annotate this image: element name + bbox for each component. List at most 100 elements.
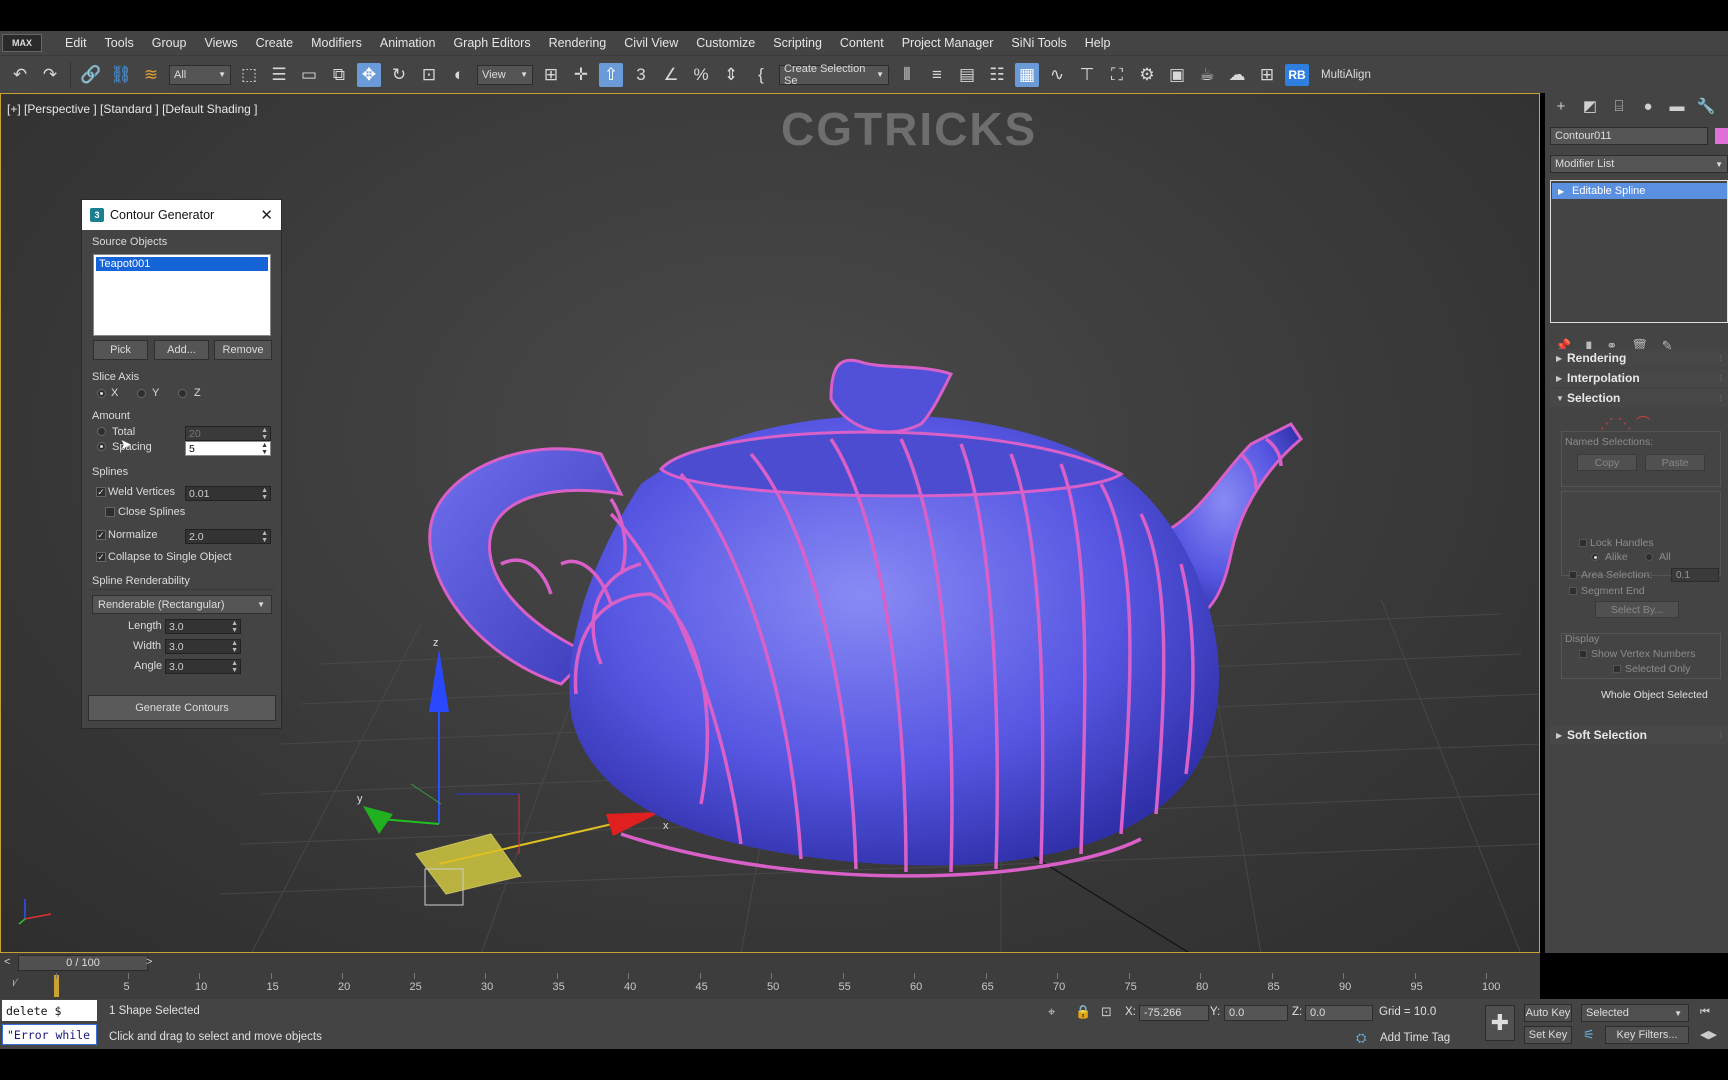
previous-key-icon[interactable]: ◀▶ bbox=[1700, 1028, 1717, 1041]
key-filters-button[interactable]: Key Filters... bbox=[1605, 1026, 1689, 1044]
render-setup-icon[interactable]: ⚙ bbox=[1135, 63, 1159, 87]
time-tag-icon[interactable]: ⛭ bbox=[1356, 1030, 1366, 1046]
unlink-icon[interactable]: ⛓ bbox=[109, 63, 133, 87]
menu-rendering[interactable]: Rendering bbox=[540, 36, 616, 50]
spinner-snap-icon[interactable]: ⇕ bbox=[719, 63, 743, 87]
weld-vertices-spinner[interactable]: 0.01 ▲ ▼ bbox=[185, 486, 271, 501]
area-selection-checkbox[interactable] bbox=[1569, 571, 1577, 579]
teapot-with-contours[interactable] bbox=[428, 358, 1303, 878]
collapse-checkbox[interactable]: ✓ bbox=[96, 552, 106, 562]
menu-help[interactable]: Help bbox=[1076, 36, 1120, 50]
copy-button[interactable]: Copy bbox=[1577, 454, 1637, 471]
menu-edit[interactable]: Edit bbox=[56, 36, 96, 50]
maxscript-listener-output[interactable]: "Error while bbox=[2, 1024, 97, 1045]
weld-vertices-checkbox[interactable]: ✓ bbox=[96, 487, 106, 497]
window-crossing-icon[interactable]: ⧉ bbox=[327, 63, 351, 87]
normalize-spinner[interactable]: 2.0 ▲ ▼ bbox=[185, 529, 271, 544]
source-objects-list[interactable]: Teapot001 bbox=[93, 254, 271, 336]
add-time-tag-button[interactable]: Add Time Tag bbox=[1380, 1032, 1450, 1044]
z-coord-field[interactable]: 0.0 bbox=[1305, 1005, 1373, 1021]
menu-graph-editors[interactable]: Graph Editors bbox=[444, 36, 539, 50]
absolute-mode-icon[interactable]: ⊡ bbox=[1101, 1004, 1112, 1020]
normalize-checkbox[interactable]: ✓ bbox=[96, 530, 106, 540]
spacing-spinner[interactable]: 5 ▲ ▼ bbox=[185, 441, 271, 456]
isolate-selection-icon[interactable]: ⌖ bbox=[1048, 1004, 1055, 1020]
renderability-dropdown[interactable]: Renderable (Rectangular) ▼ bbox=[92, 595, 272, 614]
bind-space-warp-icon[interactable]: ≋ bbox=[139, 63, 163, 87]
area-selection-spinner[interactable]: 0.1 bbox=[1671, 568, 1719, 582]
menu-sini-tools[interactable]: SiNi Tools bbox=[1002, 36, 1075, 50]
select-object-icon[interactable]: ⬚ bbox=[237, 63, 261, 87]
named-selection-sets-dropdown[interactable]: Create Selection Se ▼ bbox=[779, 63, 889, 87]
select-and-place-icon[interactable]: ◐ bbox=[447, 63, 471, 87]
width-spinner[interactable]: 3.0 ▲ ▼ bbox=[165, 639, 241, 654]
modifier-list-dropdown[interactable]: Modifier List ▼ bbox=[1550, 155, 1728, 173]
close-splines-checkbox[interactable] bbox=[105, 507, 115, 517]
track-bar[interactable]: ı∕ 5 10 15 20 25 30 35 40 45 50 55 60 65 70 75 80 85 90 95… bbox=[0, 973, 1540, 999]
select-and-scale-icon[interactable]: ⊡ bbox=[417, 63, 441, 87]
prev-frame-button[interactable]: < bbox=[4, 956, 10, 968]
time-slider[interactable]: < 0 / 100 > bbox=[0, 953, 1540, 973]
rb-button[interactable]: RB bbox=[1285, 63, 1309, 86]
axis-y-radio[interactable] bbox=[137, 389, 146, 398]
paste-button[interactable]: Paste bbox=[1645, 454, 1705, 471]
schematic-view-icon[interactable]: ⊤ bbox=[1075, 63, 1099, 87]
render-iterative-icon[interactable]: ☁ bbox=[1225, 63, 1249, 87]
edit-named-selection-icon[interactable]: { bbox=[749, 63, 773, 87]
generate-contours-button[interactable]: Generate Contours bbox=[88, 695, 276, 721]
next-frame-button[interactable]: > bbox=[146, 956, 152, 968]
spacing-radio[interactable] bbox=[97, 442, 106, 451]
all-radio[interactable] bbox=[1645, 553, 1653, 561]
percent-snap-icon[interactable]: % bbox=[689, 63, 713, 87]
select-and-rotate-icon[interactable]: ↻ bbox=[387, 63, 411, 87]
menu-group[interactable]: Group bbox=[143, 36, 196, 50]
menu-project-manager[interactable]: Project Manager bbox=[893, 36, 1003, 50]
snaps-toggle-icon[interactable]: 3 bbox=[629, 63, 653, 87]
segment-end-checkbox[interactable] bbox=[1569, 587, 1577, 595]
pivot-center-icon[interactable]: ⊞ bbox=[539, 63, 563, 87]
display-tab-icon[interactable]: ▬ bbox=[1667, 98, 1687, 115]
menu-tools[interactable]: Tools bbox=[96, 36, 143, 50]
keyboard-shortcut-override-icon[interactable]: ⇧ bbox=[599, 62, 623, 87]
alike-radio[interactable] bbox=[1591, 553, 1599, 561]
menu-modifiers[interactable]: Modifiers bbox=[302, 36, 371, 50]
expand-triangle-icon[interactable]: ▶ bbox=[1558, 187, 1564, 196]
select-and-move-icon[interactable]: ✥ bbox=[357, 62, 381, 87]
rollout-interpolation[interactable]: ▶ Interpolation ⁞ bbox=[1550, 369, 1728, 387]
link-icon[interactable]: 🔗 bbox=[79, 63, 103, 87]
object-name-field[interactable]: Contour011 bbox=[1550, 127, 1708, 145]
selected-only-checkbox[interactable] bbox=[1613, 665, 1621, 673]
dialog-titlebar[interactable]: 3 Contour Generator ✕ bbox=[82, 200, 281, 230]
lock-selection-icon[interactable]: 🔒 bbox=[1075, 1004, 1091, 1020]
set-key-plus-icon[interactable]: ✚ bbox=[1485, 1005, 1515, 1041]
go-to-start-icon[interactable]: ⏮ bbox=[1700, 1006, 1710, 1019]
add-button[interactable]: Add... bbox=[154, 340, 209, 360]
list-item[interactable]: Teapot001 bbox=[96, 257, 268, 271]
select-by-button[interactable]: Select By... bbox=[1595, 601, 1679, 618]
menu-scripting[interactable]: Scripting bbox=[764, 36, 831, 50]
menu-civil-view[interactable]: Civil View bbox=[615, 36, 687, 50]
close-icon[interactable]: ✕ bbox=[260, 206, 273, 224]
y-coord-field[interactable]: 0.0 bbox=[1224, 1005, 1288, 1021]
modify-tab-icon[interactable]: ◩ bbox=[1580, 97, 1600, 115]
set-key-button[interactable]: Set Key bbox=[1524, 1026, 1572, 1044]
pick-button[interactable]: Pick bbox=[93, 340, 148, 360]
mirror-icon[interactable]: ⫴ bbox=[895, 63, 919, 87]
stack-item-editable-spline[interactable]: ▶ Editable Spline bbox=[1552, 183, 1727, 199]
select-by-name-icon[interactable]: ☰ bbox=[267, 63, 291, 87]
sub-object-level-icons[interactable]: ⋰⋱⌒ bbox=[1600, 413, 1654, 433]
key-filters-icon[interactable]: ⚟ bbox=[1583, 1027, 1595, 1043]
hierarchy-tab-icon[interactable]: ⌸ bbox=[1609, 98, 1629, 115]
remove-button[interactable]: Remove bbox=[214, 340, 272, 360]
key-mode-dropdown[interactable]: Selected ▼ bbox=[1581, 1004, 1689, 1022]
rollout-selection[interactable]: ▼ Selection ⁞ bbox=[1550, 389, 1728, 407]
angle-spinner[interactable]: 3.0 ▲ ▼ bbox=[165, 659, 241, 674]
viewport-label[interactable]: [+] [Perspective ] [Standard ] [Default … bbox=[7, 102, 257, 116]
curve-editor-icon[interactable]: ∿ bbox=[1045, 63, 1069, 87]
object-color-swatch[interactable] bbox=[1715, 128, 1728, 144]
menu-content[interactable]: Content bbox=[831, 36, 893, 50]
auto-key-button[interactable]: Auto Key bbox=[1524, 1004, 1572, 1022]
layer-explorer-icon[interactable]: ☷ bbox=[985, 63, 1009, 87]
total-spinner[interactable]: 20 ▲ ▼ bbox=[185, 426, 271, 441]
total-radio[interactable] bbox=[97, 427, 106, 436]
